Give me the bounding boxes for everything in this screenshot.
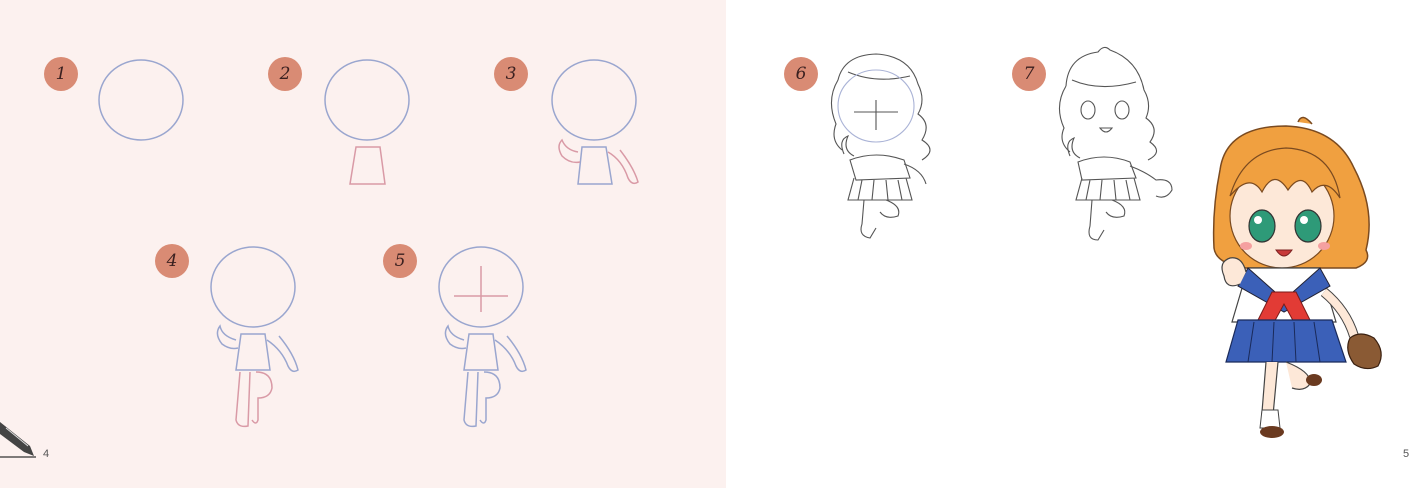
left-page: 1 2 3 4 5 4 xyxy=(0,0,726,488)
right-shoe xyxy=(1306,374,1322,386)
page-number-right: 5 xyxy=(1403,448,1410,460)
right-page: 6 7 5 xyxy=(726,0,1426,488)
left-eye xyxy=(1248,209,1276,243)
pencil-icon xyxy=(0,422,36,458)
left-shoe xyxy=(1260,426,1284,438)
page-number-left: 4 xyxy=(43,448,50,460)
school-bag xyxy=(1347,333,1382,370)
final-colored-character xyxy=(1212,116,1382,438)
right-eye xyxy=(1294,209,1322,243)
pleated-skirt xyxy=(1225,319,1347,363)
